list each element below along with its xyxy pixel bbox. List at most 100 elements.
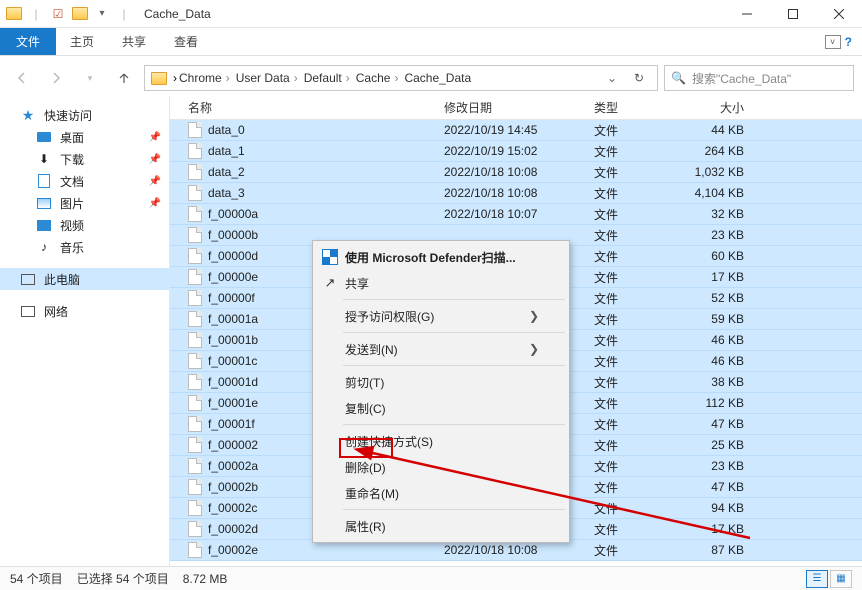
address-bar[interactable]: › Chrome› User Data› Default› Cache› Cac… (144, 65, 658, 91)
address-dropdown-icon[interactable]: ⌄ (601, 71, 623, 85)
qat-check-icon[interactable]: ☑ (48, 4, 68, 24)
qat-dropdown-icon[interactable]: ▾ (92, 4, 112, 24)
title-bar: | ☑ ▾ | Cache_Data (0, 0, 862, 28)
table-row[interactable]: f_00000a 2022/10/18 10:07 文件 32 KB (170, 204, 862, 225)
table-row[interactable]: f_00002e 2022/10/18 10:08 文件 87 KB (170, 540, 862, 561)
help-icon[interactable]: ? (845, 35, 852, 49)
column-type[interactable]: 类型 (586, 99, 658, 116)
menu-item-copy[interactable]: 复制(C) (315, 395, 567, 421)
file-icon (188, 395, 202, 411)
cell-size: 87 KB (658, 543, 752, 557)
cell-type: 文件 (586, 374, 658, 391)
cell-type: 文件 (586, 290, 658, 307)
table-row[interactable]: data_1 2022/10/19 15:02 文件 264 KB (170, 141, 862, 162)
cell-date: 2022/10/19 15:02 (436, 144, 586, 158)
network-icon (20, 303, 36, 319)
vid-icon (36, 217, 52, 233)
sidebar-item[interactable]: ♪音乐 (0, 236, 169, 258)
cell-size: 112 KB (658, 396, 752, 410)
menu-separator (343, 509, 565, 510)
ribbon-tab-share[interactable]: 共享 (108, 28, 160, 55)
breadcrumb-sep[interactable]: › (173, 71, 177, 85)
cell-type: 文件 (586, 458, 658, 475)
cell-name: f_00002e (180, 542, 436, 558)
cell-size: 47 KB (658, 417, 752, 431)
column-size[interactable]: 大小 (658, 99, 752, 116)
nav-forward-button[interactable] (42, 65, 70, 91)
cell-type: 文件 (586, 521, 658, 538)
file-icon (188, 269, 202, 285)
cell-size: 47 KB (658, 480, 752, 494)
cell-name: f_00000a (180, 206, 436, 222)
menu-item-create-shortcut[interactable]: 创建快捷方式(S) (315, 428, 567, 454)
status-size: 8.72 MB (183, 572, 228, 586)
qat-folder-icon[interactable] (70, 4, 90, 24)
menu-item-defender-scan[interactable]: 使用 Microsoft Defender扫描... (315, 244, 567, 270)
sidebar-item[interactable]: 桌面📌 (0, 126, 169, 148)
sidebar-network[interactable]: 网络 (0, 300, 169, 322)
cell-size: 46 KB (658, 333, 752, 347)
cell-size: 4,104 KB (658, 186, 752, 200)
cell-size: 25 KB (658, 438, 752, 452)
cell-size: 52 KB (658, 291, 752, 305)
sidebar-item[interactable]: 文档📌 (0, 170, 169, 192)
cell-size: 1,032 KB (658, 165, 752, 179)
table-row[interactable]: data_2 2022/10/18 10:08 文件 1,032 KB (170, 162, 862, 183)
ribbon-tab-view[interactable]: 查看 (160, 28, 212, 55)
cell-size: 60 KB (658, 249, 752, 263)
refresh-button[interactable]: ↻ (625, 71, 653, 85)
sidebar-this-pc[interactable]: 此电脑 (0, 268, 169, 290)
down-icon: ⬇ (36, 151, 52, 167)
menu-item-rename[interactable]: 重命名(M) (315, 480, 567, 506)
menu-separator (343, 299, 565, 300)
file-icon (188, 437, 202, 453)
cell-type: 文件 (586, 206, 658, 223)
file-icon (188, 479, 202, 495)
minimize-icon (742, 9, 752, 19)
search-input[interactable]: 🔍 搜索"Cache_Data" (664, 65, 854, 91)
menu-item-send-to[interactable]: 发送到(N) ❯ (315, 336, 567, 362)
menu-item-delete[interactable]: 删除(D) (315, 454, 567, 480)
table-row[interactable]: data_3 2022/10/18 10:08 文件 4,104 KB (170, 183, 862, 204)
sidebar-item[interactable]: 视频 (0, 214, 169, 236)
cell-type: 文件 (586, 227, 658, 244)
file-icon (188, 311, 202, 327)
pin-icon: 📌 (149, 132, 161, 143)
qat-separator: | (114, 4, 134, 24)
status-bar: 54 个项目 已选择 54 个项目 8.72 MB ☰ ▦ (0, 566, 862, 590)
file-icon (188, 122, 202, 138)
ribbon-tab-file[interactable]: 文件 (0, 28, 56, 55)
cell-type: 文件 (586, 542, 658, 559)
table-row[interactable]: data_0 2022/10/19 14:45 文件 44 KB (170, 120, 862, 141)
nav-recent-button[interactable]: ▾ (76, 65, 104, 91)
file-icon (188, 374, 202, 390)
menu-item-properties[interactable]: 属性(R) (315, 513, 567, 539)
search-icon: 🔍 (671, 71, 686, 85)
file-icon (188, 500, 202, 516)
sidebar-item[interactable]: ⬇下载📌 (0, 148, 169, 170)
menu-item-cut[interactable]: 剪切(T) (315, 369, 567, 395)
nav-back-button[interactable] (8, 65, 36, 91)
cell-type: 文件 (586, 143, 658, 160)
pin-icon: 📌 (149, 176, 161, 187)
arrow-left-icon (15, 71, 29, 85)
column-name[interactable]: 名称 (180, 99, 436, 116)
minimize-button[interactable] (724, 0, 770, 28)
file-icon (188, 248, 202, 264)
maximize-button[interactable] (770, 0, 816, 28)
menu-item-share[interactable]: ↗ 共享 (315, 270, 567, 296)
file-icon (188, 185, 202, 201)
ribbon-help[interactable]: ˅ ? (825, 28, 862, 55)
cell-date: 2022/10/18 10:08 (436, 165, 586, 179)
sidebar-item[interactable]: 图片📌 (0, 192, 169, 214)
cell-size: 264 KB (658, 144, 752, 158)
nav-up-button[interactable] (110, 65, 138, 91)
column-resize-handle-icon[interactable]: ˆ (468, 95, 476, 119)
view-details-button[interactable]: ☰ (806, 570, 828, 588)
column-date[interactable]: 修改日期 (436, 99, 586, 116)
close-button[interactable] (816, 0, 862, 28)
view-icons-button[interactable]: ▦ (830, 570, 852, 588)
menu-item-grant-access[interactable]: 授予访问权限(G) ❯ (315, 303, 567, 329)
ribbon-tab-home[interactable]: 主页 (56, 28, 108, 55)
sidebar-quick-access[interactable]: ★ 快速访问 (0, 104, 169, 126)
